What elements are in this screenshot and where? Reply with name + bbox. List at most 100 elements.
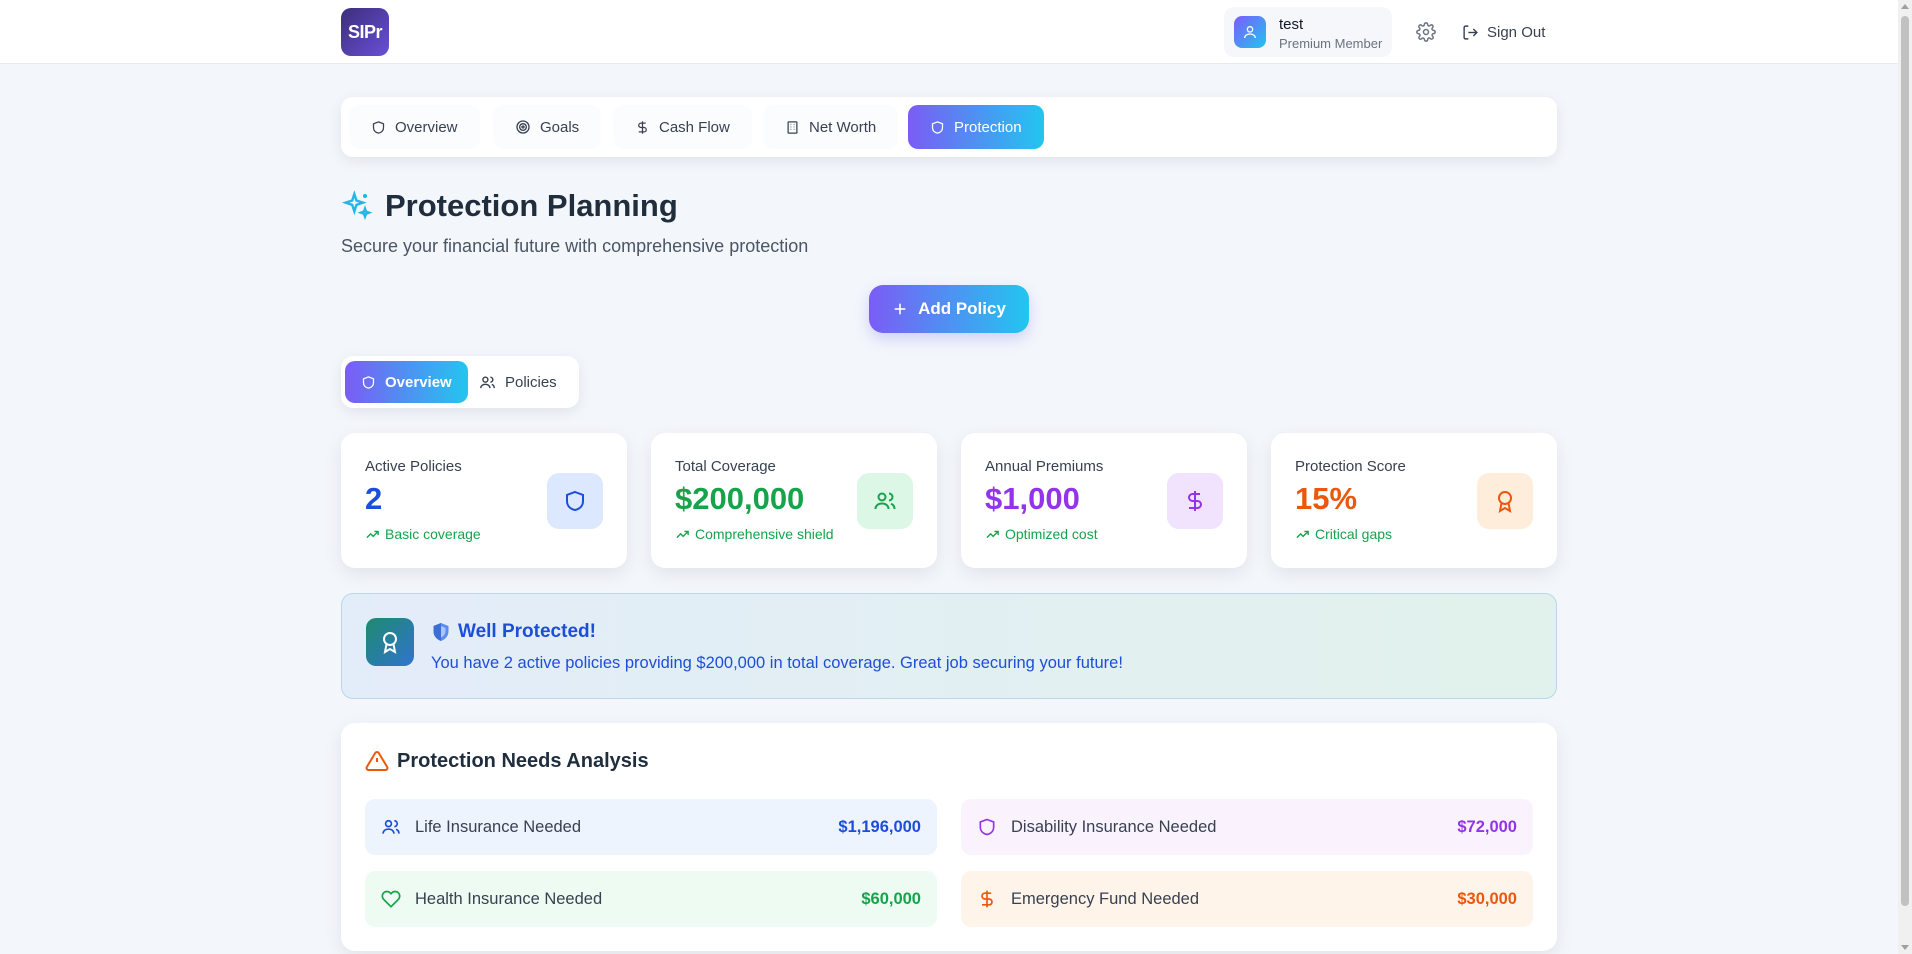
tab-label: Overview xyxy=(395,118,458,136)
award-icon xyxy=(1493,489,1517,513)
trending-up-icon xyxy=(1295,527,1310,542)
stat-label: Annual Premiums xyxy=(985,458,1104,475)
needs-title-text: Protection Needs Analysis xyxy=(397,749,649,772)
tab-cash-flow[interactable]: Cash Flow xyxy=(613,105,752,149)
users-icon xyxy=(873,489,897,513)
heart-icon xyxy=(381,889,401,909)
settings-button[interactable] xyxy=(1412,18,1440,46)
need-item-life: Life Insurance Needed $1,196,000 xyxy=(365,799,937,855)
shield-icon xyxy=(563,489,587,513)
tab-label: Protection xyxy=(954,118,1022,136)
gear-icon xyxy=(1416,22,1436,42)
user-avatar-icon xyxy=(1234,16,1266,48)
stat-icon-box xyxy=(1477,473,1533,529)
building-icon xyxy=(785,120,800,135)
shield-icon xyxy=(977,817,997,837)
shield-icon xyxy=(930,120,945,135)
dollar-icon xyxy=(635,120,650,135)
subtab-overview[interactable]: Overview xyxy=(345,361,468,403)
tab-goals[interactable]: Goals xyxy=(493,105,602,149)
tab-overview[interactable]: Overview xyxy=(349,105,480,149)
top-header: SIPr test Premium Member Sign Out xyxy=(0,0,1898,64)
need-label: Health Insurance Needed xyxy=(415,889,603,908)
dollar-icon xyxy=(977,889,997,909)
shield-icon xyxy=(371,120,386,135)
need-label: Emergency Fund Needed xyxy=(1011,889,1200,908)
user-name: test xyxy=(1279,16,1304,33)
user-profile-chip[interactable]: test Premium Member xyxy=(1224,7,1392,57)
trending-up-icon xyxy=(675,527,690,542)
stat-label: Protection Score xyxy=(1295,458,1406,475)
stat-trend-label: Optimized cost xyxy=(1005,526,1098,542)
banner-title-text: Well Protected! xyxy=(458,621,596,642)
subtab-policies[interactable]: Policies xyxy=(463,361,573,403)
add-policy-button[interactable]: Add Policy xyxy=(869,285,1029,333)
tab-label: Goals xyxy=(540,118,580,136)
tab-label: Net Worth xyxy=(809,118,877,136)
stat-icon-box xyxy=(1167,473,1223,529)
stat-trend-label: Comprehensive shield xyxy=(695,526,834,542)
stat-card-total-coverage: Total Coverage $200,000 Comprehensive sh… xyxy=(651,433,937,568)
page-title: Protection Planning xyxy=(385,188,678,223)
stat-trend: Comprehensive shield xyxy=(675,526,834,542)
page-header: Protection Planning xyxy=(341,188,678,224)
need-item-disability: Disability Insurance Needed $72,000 xyxy=(961,799,1533,855)
need-item-health: Health Insurance Needed $60,000 xyxy=(365,871,937,927)
stat-value: $1,000 xyxy=(985,481,1080,516)
stat-value: $200,000 xyxy=(675,481,805,516)
protection-status-banner: Well Protected! You have 2 active polici… xyxy=(341,593,1557,699)
stat-trend-label: Basic coverage xyxy=(385,526,481,542)
shield-icon xyxy=(361,375,376,390)
sign-out-button[interactable]: Sign Out xyxy=(1462,18,1545,46)
main-nav: Overview Goals Cash Flow Net Worth Prote… xyxy=(341,97,1557,157)
stat-trend: Optimized cost xyxy=(985,526,1098,542)
subtab-label: Overview xyxy=(385,373,452,391)
shield-emoji-icon xyxy=(432,622,450,642)
need-label: Life Insurance Needed xyxy=(415,817,582,836)
trending-up-icon xyxy=(365,527,380,542)
protection-needs-card: Protection Needs Analysis Life Insurance… xyxy=(341,723,1557,951)
stat-trend: Critical gaps xyxy=(1295,526,1392,542)
plus-icon xyxy=(892,301,908,317)
tab-net-worth[interactable]: Net Worth xyxy=(763,105,899,149)
sub-tabs: Overview Policies xyxy=(341,356,579,408)
stat-label: Total Coverage xyxy=(675,458,776,475)
stat-label: Active Policies xyxy=(365,458,462,475)
stat-card-annual-premiums: Annual Premiums $1,000 Optimized cost xyxy=(961,433,1247,568)
logout-icon xyxy=(1462,24,1479,41)
user-role: Premium Member xyxy=(1279,36,1383,51)
app-logo[interactable]: SIPr xyxy=(341,8,389,56)
need-label: Disability Insurance Needed xyxy=(1011,817,1217,836)
stat-trend: Basic coverage xyxy=(365,526,481,542)
stat-icon-box xyxy=(857,473,913,529)
needs-title: Protection Needs Analysis xyxy=(365,749,649,773)
sign-out-label: Sign Out xyxy=(1487,23,1546,41)
dollar-icon xyxy=(1183,489,1207,513)
stat-value: 2 xyxy=(365,481,383,516)
tab-protection[interactable]: Protection xyxy=(908,105,1044,149)
stat-trend-label: Critical gaps xyxy=(1315,526,1393,542)
warning-icon xyxy=(365,749,389,773)
sparkles-icon xyxy=(341,190,373,222)
award-icon xyxy=(366,618,414,666)
scroll-down-arrow-icon[interactable] xyxy=(1901,945,1909,950)
target-icon xyxy=(515,119,531,135)
stat-value: 15% xyxy=(1295,481,1358,516)
subtab-label: Policies xyxy=(505,373,557,391)
need-amount: $72,000 xyxy=(1457,817,1517,836)
need-item-emergency-fund: Emergency Fund Needed $30,000 xyxy=(961,871,1533,927)
page-subtitle: Secure your financial future with compre… xyxy=(341,236,809,256)
stat-icon-box xyxy=(547,473,603,529)
need-amount: $30,000 xyxy=(1457,889,1517,908)
scroll-thumb[interactable] xyxy=(1901,16,1909,906)
stat-card-protection-score: Protection Score 15% Critical gaps xyxy=(1271,433,1557,568)
need-amount: $1,196,000 xyxy=(838,817,921,836)
tab-label: Cash Flow xyxy=(659,118,730,136)
users-icon xyxy=(381,817,401,837)
banner-title: Well Protected! xyxy=(432,621,596,643)
add-policy-label: Add Policy xyxy=(918,299,1006,318)
scroll-up-arrow-icon[interactable] xyxy=(1901,4,1909,9)
stat-card-active-policies: Active Policies 2 Basic coverage xyxy=(341,433,627,568)
users-icon xyxy=(479,374,496,391)
page-scrollbar[interactable] xyxy=(1898,0,1912,954)
